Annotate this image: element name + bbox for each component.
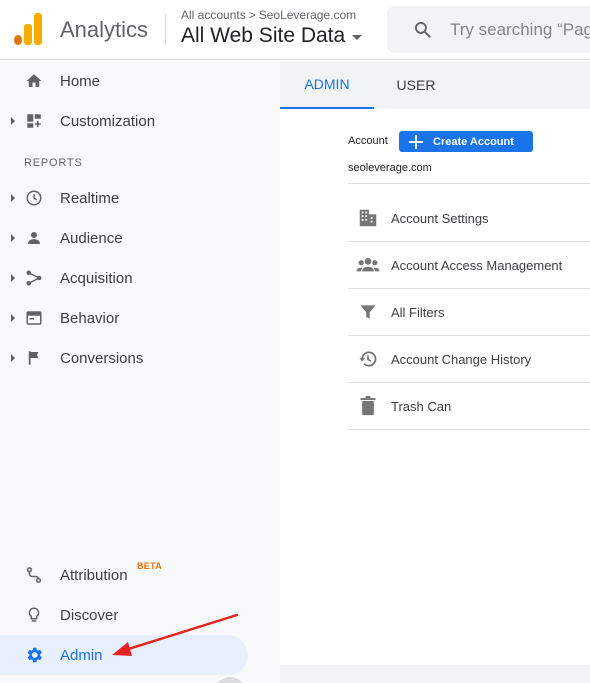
sidebar-item-conversions[interactable]: Conversions (0, 338, 248, 378)
expand-arrow-icon[interactable] (11, 314, 15, 322)
sidebar-item-label: Realtime (60, 189, 120, 207)
building-icon (356, 206, 380, 230)
expand-arrow-icon[interactable] (11, 274, 15, 282)
account-column-label: Account (348, 135, 388, 147)
sidebar-item-attribution[interactable]: Attribution BETA (0, 555, 248, 595)
trash-can-link[interactable]: Trash Can (348, 383, 590, 430)
sidebar-item-home[interactable]: Home (0, 61, 248, 101)
menu-item-label: Trash Can (391, 398, 452, 414)
tab-admin[interactable]: ADMIN (280, 61, 374, 109)
breadcrumb[interactable]: All accounts > SeoLeverage.com (181, 8, 356, 22)
sidebar-item-customization[interactable]: Customization (0, 101, 248, 141)
collapse-sidebar-button[interactable] (214, 677, 246, 683)
sidebar-item-realtime[interactable]: Realtime (0, 178, 248, 218)
menu-item-label: All Filters (391, 304, 445, 320)
create-account-label: Create Account (433, 135, 514, 148)
expand-arrow-icon[interactable] (11, 194, 15, 202)
caret-down-icon (352, 35, 363, 40)
search-bar[interactable] (387, 6, 590, 53)
all-filters-link[interactable]: All Filters (348, 289, 590, 336)
account-settings-link[interactable]: Account Settings (348, 195, 590, 242)
account-change-history-link[interactable]: Account Change History (348, 336, 590, 383)
expand-arrow-icon[interactable] (11, 234, 15, 242)
sidebar-item-label: Attribution (60, 566, 128, 584)
people-icon (356, 253, 380, 277)
behavior-icon (24, 308, 44, 328)
sidebar-item-label: Audience (60, 229, 123, 247)
sidebar-item-audience[interactable]: Audience (0, 218, 248, 258)
person-icon (24, 228, 44, 248)
flag-icon (24, 348, 44, 368)
admin-main-area: ADMIN USER Account Create Account seolev… (280, 61, 590, 683)
sidebar-item-label: Acquisition (60, 269, 133, 287)
breadcrumb-root[interactable]: All accounts (181, 8, 246, 22)
expand-arrow-icon[interactable] (11, 117, 15, 125)
admin-tabs: ADMIN USER (280, 61, 590, 109)
acquisition-icon (24, 268, 44, 288)
filter-icon (356, 300, 380, 324)
history-icon (356, 347, 380, 371)
sidebar-item-acquisition[interactable]: Acquisition (0, 258, 248, 298)
beta-badge: BETA (137, 561, 163, 571)
analytics-admin-page: Analytics All accounts > SeoLeverage.com A… (0, 0, 590, 683)
menu-item-label: Account Settings (391, 210, 489, 226)
create-account-button[interactable]: Create Account (399, 131, 533, 152)
menu-item-label: Account Access Management (391, 257, 563, 273)
sidebar-item-label: Admin (60, 646, 103, 664)
lightbulb-icon (24, 605, 44, 625)
sidebar-item-label: Conversions (60, 349, 144, 367)
home-icon (24, 71, 44, 91)
app-name: Analytics (60, 17, 149, 42)
clock-icon (24, 188, 44, 208)
sidebar-item-label: Home (60, 72, 101, 90)
sidebar-item-discover[interactable]: Discover (0, 595, 248, 635)
analytics-logo-icon[interactable] (14, 13, 42, 45)
admin-panel: Account Create Account seoleverage.com A… (280, 109, 590, 665)
account-access-management-link[interactable]: Account Access Management (348, 242, 590, 289)
breadcrumb-account[interactable]: SeoLeverage.com (259, 8, 356, 22)
sidebar-item-label: Behavior (60, 309, 120, 327)
expand-arrow-icon[interactable] (11, 354, 15, 362)
account-selector[interactable]: seoleverage.com (348, 162, 590, 184)
reports-section-label: REPORTS (24, 157, 83, 169)
plus-icon (409, 134, 423, 149)
sidebar-item-admin[interactable]: Admin (0, 635, 248, 675)
search-input[interactable] (450, 17, 590, 43)
menu-item-label: Account Change History (391, 351, 532, 367)
tab-user[interactable]: USER (374, 61, 458, 109)
search-icon (415, 22, 431, 38)
breadcrumb-separator: > (248, 8, 256, 22)
gear-icon (24, 645, 44, 665)
header-divider (165, 14, 166, 46)
top-header: Analytics All accounts > SeoLeverage.com A… (0, 0, 590, 60)
view-name: All Web Site Data (181, 24, 346, 47)
dashboard-icon (24, 111, 44, 131)
trash-icon (356, 394, 380, 418)
sidebar-item-label: Discover (60, 606, 119, 624)
sidebar-nav: Home Customization REPORTS Realtime Audi… (0, 61, 280, 683)
attribution-icon (24, 565, 44, 585)
sidebar-item-behavior[interactable]: Behavior (0, 298, 248, 338)
view-selector[interactable]: All Web Site Data (181, 24, 363, 48)
sidebar-item-label: Customization (60, 112, 156, 130)
